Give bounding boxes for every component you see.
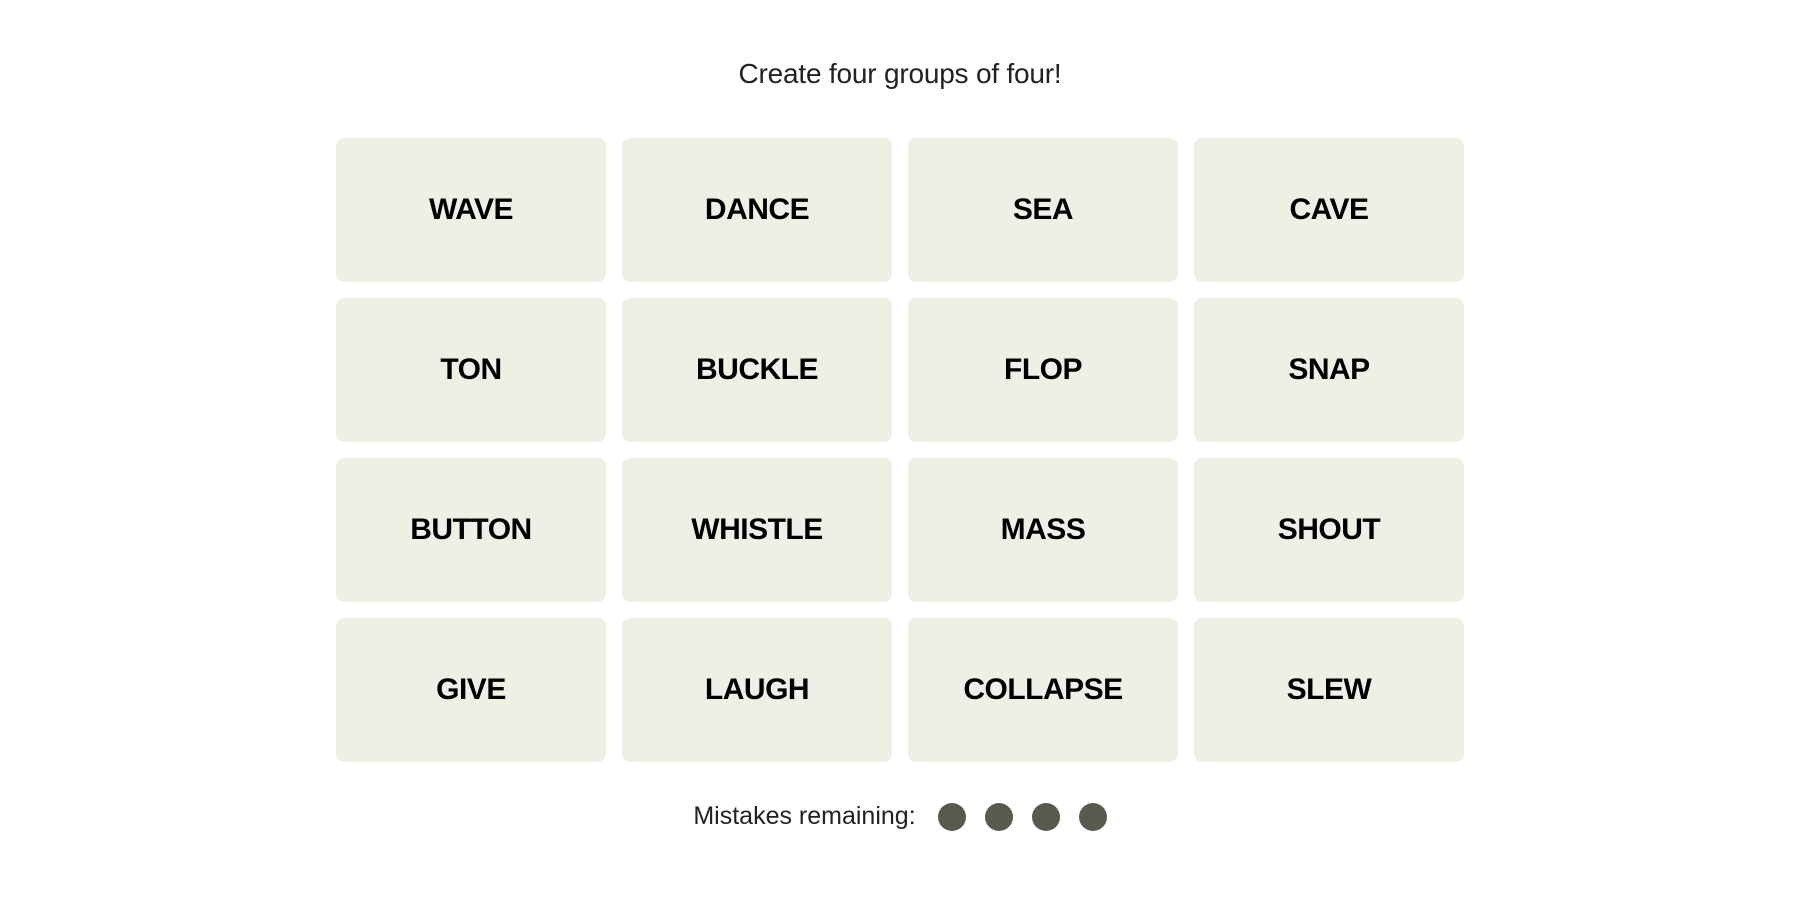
word-tile[interactable]: SNAP bbox=[1194, 298, 1464, 442]
mistakes-label: Mistakes remaining: bbox=[693, 802, 916, 830]
mistake-dot-icon bbox=[1031, 802, 1060, 831]
word-tile[interactable]: WHISTLE bbox=[622, 458, 892, 602]
word-tile[interactable]: TON bbox=[336, 298, 606, 442]
word-tile[interactable]: FLOP bbox=[908, 298, 1178, 442]
word-tile[interactable]: WAVE bbox=[336, 138, 606, 282]
mistake-dots bbox=[937, 802, 1107, 831]
word-tile[interactable]: BUTTON bbox=[336, 458, 606, 602]
word-tile[interactable]: SHOUT bbox=[1194, 458, 1464, 602]
word-tile[interactable]: SLEW bbox=[1194, 618, 1464, 762]
mistakes-indicator: Mistakes remaining: bbox=[0, 802, 1800, 831]
mistake-dot-icon bbox=[937, 802, 966, 831]
word-tile[interactable]: GIVE bbox=[336, 618, 606, 762]
mistake-dot-icon bbox=[984, 802, 1013, 831]
instructions-heading: Create four groups of four! bbox=[738, 58, 1062, 89]
word-tile[interactable]: COLLAPSE bbox=[908, 618, 1178, 762]
word-tile[interactable]: MASS bbox=[908, 458, 1178, 602]
word-grid: WAVE DANCE SEA CAVE TON BUCKLE FLOP SNAP… bbox=[336, 138, 1464, 762]
word-tile[interactable]: LAUGH bbox=[622, 618, 892, 762]
word-tile[interactable]: CAVE bbox=[1194, 138, 1464, 282]
mistake-dot-icon bbox=[1078, 802, 1107, 831]
word-tile[interactable]: SEA bbox=[908, 138, 1178, 282]
word-tile[interactable]: DANCE bbox=[622, 138, 892, 282]
word-tile[interactable]: BUCKLE bbox=[622, 298, 892, 442]
